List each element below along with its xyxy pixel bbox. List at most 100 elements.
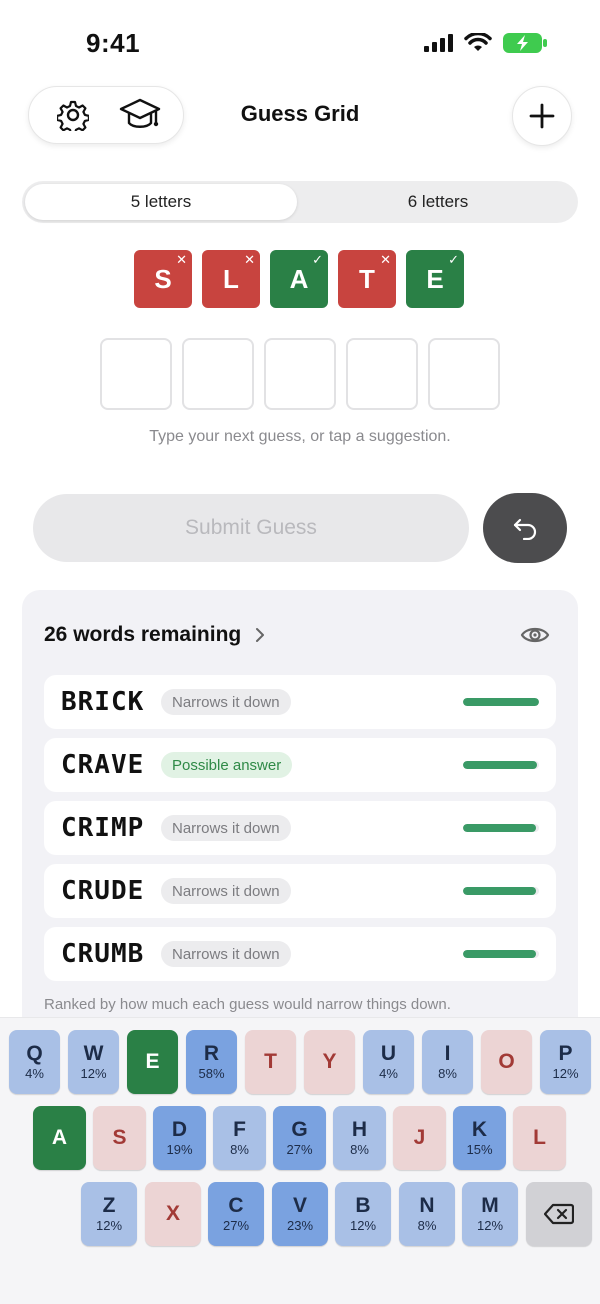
empty-letter-slot[interactable]	[182, 338, 254, 410]
plus-icon	[529, 103, 555, 129]
key-letter: J	[413, 1126, 426, 1149]
key-letter: K	[471, 1117, 488, 1141]
suggestion-badge: Narrows it down	[161, 941, 291, 967]
key-letter: I	[444, 1041, 451, 1065]
key[interactable]: K 15%	[453, 1106, 506, 1170]
remaining-words-card: 26 words remaining BRICK Narrows it down…	[22, 590, 578, 1060]
key[interactable]: Q 4%	[9, 1030, 60, 1094]
key[interactable]: I 8%	[422, 1030, 473, 1094]
key[interactable]: Z 12%	[81, 1182, 137, 1246]
word-length-selector: 5 letters 6 letters	[22, 181, 578, 223]
key-percent: 8%	[350, 1141, 369, 1157]
guess-hint: Type your next guess, or tap a suggestio…	[149, 428, 451, 445]
key[interactable]: U 4%	[363, 1030, 414, 1094]
app-title: Guess Grid	[240, 101, 360, 126]
tab-5-letters[interactable]: 5 letters	[25, 184, 297, 220]
key[interactable]: V 23%	[272, 1182, 328, 1246]
key-letter: Q	[26, 1041, 43, 1065]
score-fill	[463, 887, 536, 895]
suggestion-badge: Possible answer	[161, 752, 293, 778]
battery-icon	[503, 33, 547, 53]
tile-letter: A	[289, 263, 309, 294]
key-percent: 8%	[417, 1217, 437, 1233]
key[interactable]: F 8%	[213, 1106, 266, 1170]
submit-guess-button[interactable]: Submit Guess	[33, 494, 469, 562]
correct-mark-icon: ✓	[448, 252, 459, 267]
suggestion-word: CRIMP	[61, 813, 145, 843]
tile-letter: L	[223, 263, 239, 294]
empty-letter-slot[interactable]	[100, 338, 172, 410]
suggestion-row[interactable]: BRICK Narrows it down	[44, 675, 556, 729]
key-percent: 12%	[95, 1217, 123, 1233]
guess-tile[interactable]: S ✕	[134, 250, 192, 308]
key-letter: S	[112, 1126, 127, 1149]
tile-letter: E	[426, 263, 444, 294]
key-letter: C	[228, 1193, 244, 1217]
key[interactable]: Y	[304, 1030, 355, 1094]
key[interactable]: T	[245, 1030, 296, 1094]
key[interactable]: E	[127, 1030, 178, 1094]
key[interactable]: X	[145, 1182, 201, 1246]
key[interactable]: P 12%	[540, 1030, 591, 1094]
undo-button[interactable]	[483, 493, 567, 563]
key-percent: 27%	[222, 1217, 250, 1233]
key-letter: D	[171, 1117, 188, 1141]
key-percent: 8%	[230, 1141, 249, 1157]
key-letter: M	[481, 1193, 499, 1217]
remaining-words-header[interactable]: 26 words remaining	[44, 623, 265, 647]
suggestion-row[interactable]: CRUDE Narrows it down	[44, 864, 556, 918]
key[interactable]: S	[93, 1106, 146, 1170]
backspace-key[interactable]	[526, 1182, 592, 1246]
correct-mark-icon: ✓	[312, 252, 323, 267]
key[interactable]: C 27%	[208, 1182, 264, 1246]
key[interactable]: W 12%	[68, 1030, 119, 1094]
suggestion-word: CRUDE	[61, 876, 145, 906]
suggestion-word: BRICK	[61, 687, 145, 717]
key[interactable]: J	[393, 1106, 446, 1170]
eye-icon	[520, 627, 550, 643]
empty-letter-slot[interactable]	[346, 338, 418, 410]
toggle-visibility-button[interactable]	[520, 624, 550, 651]
status-icons	[424, 32, 548, 54]
key[interactable]: A	[33, 1106, 86, 1170]
key-letter: T	[264, 1050, 277, 1073]
status-time: 9:41	[86, 28, 141, 58]
absent-mark-icon: ✕	[380, 252, 391, 267]
score-fill	[463, 698, 539, 706]
new-game-button[interactable]	[512, 86, 572, 146]
suggestion-score-bar	[463, 887, 539, 895]
key-letter: Y	[322, 1050, 337, 1073]
key[interactable]: R 58%	[186, 1030, 237, 1094]
key[interactable]: H 8%	[333, 1106, 386, 1170]
key-letter: H	[351, 1117, 368, 1141]
key[interactable]: D 19%	[153, 1106, 206, 1170]
key-letter: B	[355, 1193, 371, 1217]
guess-tile[interactable]: L ✕	[202, 250, 260, 308]
key[interactable]: L	[513, 1106, 566, 1170]
key[interactable]: G 27%	[273, 1106, 326, 1170]
key[interactable]: N 8%	[399, 1182, 455, 1246]
undo-icon	[513, 518, 537, 540]
status-bar: 9:41	[0, 0, 600, 80]
suggestion-row[interactable]: CRIMP Narrows it down	[44, 801, 556, 855]
key-percent: 27%	[286, 1141, 313, 1157]
keyboard: Q 4% W 12% E R 58% T Y U 4% I 8% O P 12% A S D…	[0, 1017, 600, 1304]
key[interactable]: B 12%	[335, 1182, 391, 1246]
key[interactable]: M 12%	[462, 1182, 518, 1246]
remaining-count: 26 words remaining	[44, 623, 242, 646]
key-letter: E	[145, 1050, 160, 1073]
key-letter: L	[533, 1126, 546, 1149]
ranking-footnote: Ranked by how much each guess would narr…	[44, 996, 451, 1013]
key-percent: 12%	[80, 1065, 107, 1081]
suggestion-row[interactable]: CRAVE Possible answer	[44, 738, 556, 792]
tab-6-letters[interactable]: 6 letters	[300, 184, 576, 220]
key[interactable]: O	[481, 1030, 532, 1094]
key-letter: R	[203, 1041, 220, 1065]
empty-letter-slot[interactable]	[264, 338, 336, 410]
guess-tile[interactable]: A ✓	[270, 250, 328, 308]
suggestion-badge: Narrows it down	[161, 689, 291, 715]
empty-letter-slot[interactable]	[428, 338, 500, 410]
suggestion-row[interactable]: CRUMB Narrows it down	[44, 927, 556, 981]
guess-tile[interactable]: T ✕	[338, 250, 396, 308]
guess-tile[interactable]: E ✓	[406, 250, 464, 308]
